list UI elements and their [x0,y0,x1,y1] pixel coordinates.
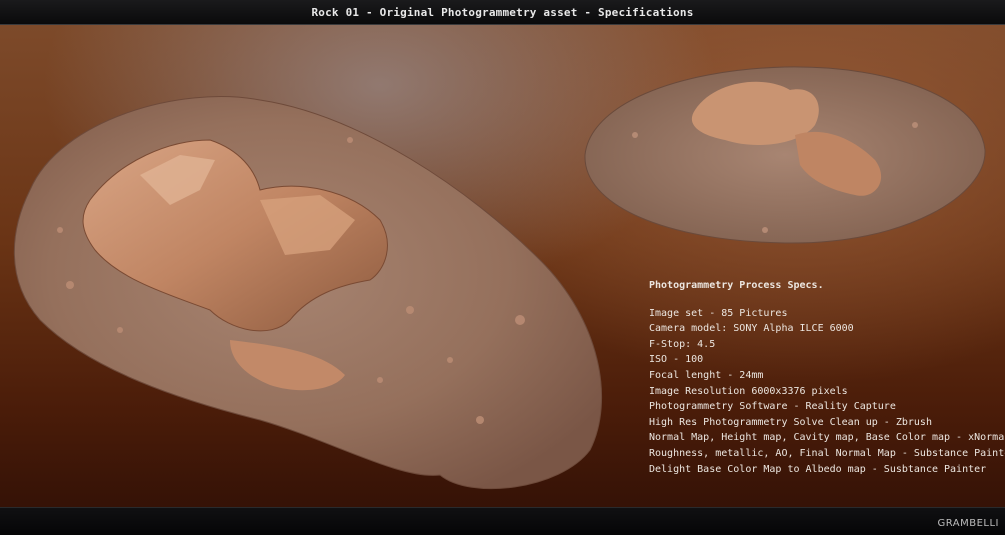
spec-line: Image set - 85 Pictures [649,307,788,319]
rock-render-small [575,55,995,250]
spec-line: Photogrammetry Software - Reality Captur… [649,401,896,413]
specs-heading: Photogrammetry Process Specs. [649,280,824,291]
spec-line: Camera model: SONY Alpha ILCE 6000 [649,323,854,335]
page-title: Rock 01 - Original Photogrammetry asset … [311,5,694,19]
specs-panel: Photogrammetry Process Specs. Image set … [649,278,1005,477]
spec-line: Delight Base Color Map to Albedo map - S… [649,463,987,475]
spec-line: Image Resolution 6000x3376 pixels [649,385,848,397]
title-bar: Rock 01 - Original Photogrammetry asset … [0,0,1005,25]
footer-bar: GRAMBELLI [0,507,1005,535]
spec-line: Normal Map, Height map, Cavity map, Base… [649,432,1005,444]
spec-line: F-Stop: 4.5 [649,338,716,350]
brand-logo: GRAMBELLI [937,518,999,529]
spec-line: ISO - 100 [649,354,704,366]
spec-line: High Res Photogrammetry Solve Clean up -… [649,416,932,428]
render-viewport: Photogrammetry Process Specs. Image set … [0,25,1005,507]
rock-render-large [0,80,620,507]
spec-line: Roughness, metallic, AO, Final Normal Ma… [649,447,1005,459]
spec-line: Focal lenght - 24mm [649,369,764,381]
